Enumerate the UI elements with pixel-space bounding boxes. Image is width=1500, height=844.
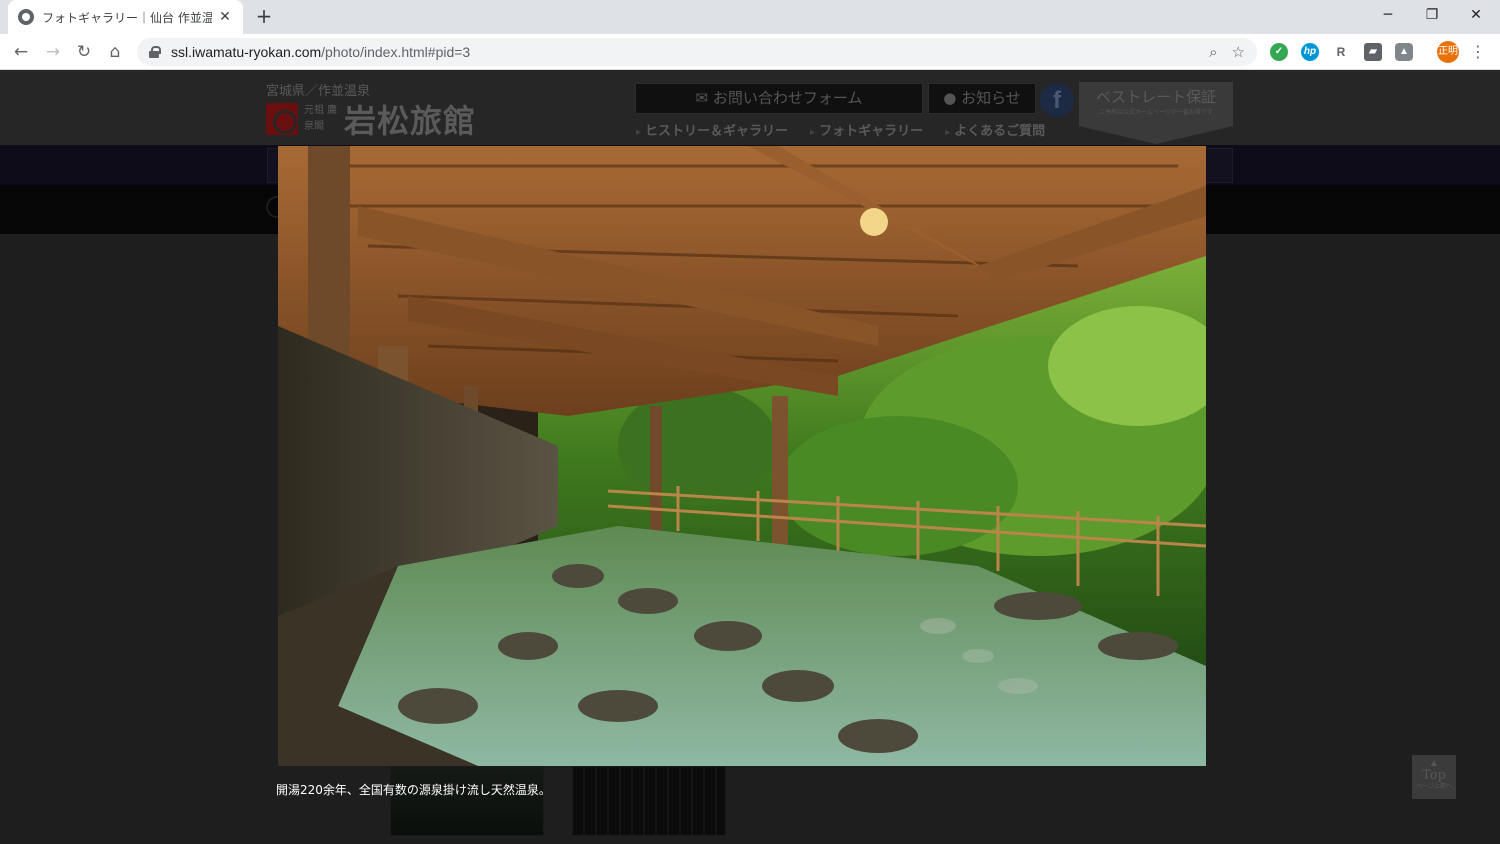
contact-form-button[interactable]: ✉ お問い合わせフォーム: [635, 83, 923, 114]
url-path: /photo/index.html#pid=3: [321, 44, 471, 60]
page-top-label: Top: [1422, 768, 1446, 783]
restore-window-button[interactable]: ❐: [1410, 0, 1454, 30]
profile-avatar[interactable]: 正明: [1437, 41, 1459, 63]
browser-menu-icon[interactable]: ⋮: [1470, 42, 1486, 62]
logo-mark-icon: [266, 103, 298, 135]
best-rate-title: ベストレート保証: [1095, 88, 1217, 106]
best-rate-subtext: ご予約は公式ホームページが一番お得です: [1099, 109, 1213, 116]
back-button[interactable]: ←: [8, 39, 34, 65]
close-window-button[interactable]: ✕: [1454, 0, 1498, 30]
best-rate-tail: [1079, 126, 1233, 144]
browser-tab-strip: フォトギャラリー｜仙台 作並温泉 鷹泉閣 ✕ + ─ ❐ ✕: [0, 0, 1500, 34]
extension-reader-icon[interactable]: R: [1332, 43, 1350, 61]
lock-icon[interactable]: [149, 46, 161, 58]
url-host: ssl.iwamatu-ryokan.com: [171, 44, 322, 60]
gallery-thumbnail[interactable]: [390, 766, 544, 836]
tab-close-icon[interactable]: ✕: [217, 9, 233, 25]
globe-icon: [18, 9, 34, 25]
browser-toolbar: ← → ↻ ⌂ ssl.iwamatu-ryokan.com/photo/ind…: [0, 34, 1500, 70]
tab-title: フォトギャラリー｜仙台 作並温泉 鷹泉閣: [42, 10, 212, 25]
extension-check-icon[interactable]: ✓: [1270, 43, 1288, 61]
gallery-thumbnail[interactable]: [572, 766, 726, 836]
new-tab-button[interactable]: +: [252, 6, 276, 28]
facebook-icon[interactable]: f: [1040, 83, 1074, 117]
home-button[interactable]: ⌂: [102, 39, 128, 65]
lightbox-photo[interactable]: [278, 146, 1206, 766]
zoom-icon[interactable]: ⌕: [1209, 43, 1217, 61]
bookmark-star-icon[interactable]: ☆: [1232, 43, 1245, 61]
onsen-photo-illustration: [278, 146, 1206, 766]
site-header: 宮城県／作並温泉 元祖 鷹泉閣 岩松旅館 ✉ お問い合わせフォーム ● お知らせ…: [0, 70, 1500, 145]
subnav-faq[interactable]: よくあるご質問: [945, 120, 1045, 139]
page-top-subtext: ページ上部へ: [1416, 783, 1452, 790]
logo-small-text: 元祖 鷹泉閣: [304, 105, 338, 132]
browser-tab[interactable]: フォトギャラリー｜仙台 作並温泉 鷹泉閣 ✕: [8, 0, 243, 34]
address-bar[interactable]: ssl.iwamatu-ryokan.com/photo/index.html#…: [137, 38, 1257, 66]
extension-hp-icon[interactable]: hp: [1301, 43, 1319, 61]
forward-button[interactable]: →: [40, 39, 66, 65]
news-button[interactable]: ● お知らせ: [928, 83, 1036, 114]
header-subnav: ヒストリー＆ギャラリー フォトギャラリー よくあるご質問: [636, 120, 1045, 139]
lightbox-caption: 開湯220余年、全国有数の源泉掛け流し天然温泉。: [276, 783, 551, 797]
minimize-window-button[interactable]: ─: [1366, 0, 1410, 30]
extension-drive-icon[interactable]: ▲: [1395, 43, 1413, 61]
url-text[interactable]: ssl.iwamatu-ryokan.com/photo/index.html#…: [171, 44, 470, 60]
subnav-photo-gallery[interactable]: フォトギャラリー: [810, 120, 923, 139]
extension-flag-icon[interactable]: ▰: [1364, 43, 1382, 61]
subnav-history-gallery[interactable]: ヒストリー＆ギャラリー: [636, 120, 788, 139]
page-top-button[interactable]: ▲ Top ページ上部へ: [1412, 755, 1456, 799]
reload-button[interactable]: ↻: [71, 39, 97, 65]
best-rate-banner[interactable]: ベストレート保証 ご予約は公式ホームページが一番お得です: [1079, 82, 1233, 126]
site-logo[interactable]: 岩松旅館: [344, 96, 476, 142]
